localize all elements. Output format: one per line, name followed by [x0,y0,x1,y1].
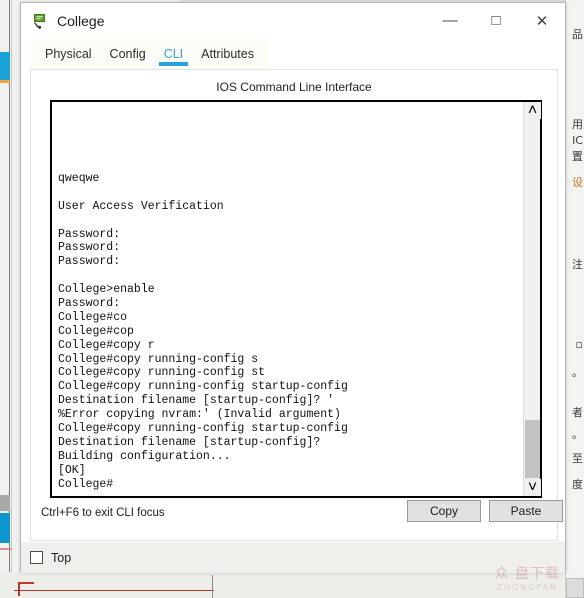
background-text-4: 设 [572,176,583,189]
terminal-line: Password: [58,241,121,255]
background-toolbar-item-highlight [0,52,10,80]
tab-cli[interactable]: CLI [155,39,192,69]
background-red-corner-mark [18,582,34,596]
cli-terminal-output[interactable]: qweqwe User Access Verification Password: P… [52,102,523,496]
terminal-line: College#copy running-config startup-conf… [58,380,348,394]
terminal-line: College>enable [58,283,155,297]
terminal-line: College#co [58,310,128,324]
window-bottom-bar: Top [21,542,565,573]
terminal-container: qweqwe User Access Verification Password: P… [50,100,542,498]
terminal-line: Building configuration... [58,449,231,463]
screen-root: 品 用 IC 置 设 注 ▫ 。 者 。 至 度 College — □ ✕ P… [0,0,584,598]
terminal-line: %Error copying nvram:' (Invalid argument… [58,408,341,422]
terminal-line: Destination filename [startup-config]? [58,435,321,449]
terminal-line: Password: [58,297,121,311]
background-text-11: 度 [572,478,583,491]
background-text-9: 。 [572,428,583,441]
background-text-2: IC [572,134,583,147]
terminal-line: Destination filename [startup-config]? ' [58,394,335,408]
device-dialog-window: College — □ ✕ Physical Config CLI Attrib… [20,2,566,573]
top-checkbox[interactable] [30,551,43,564]
terminal-text: qweqwe User Access Verification Password: P… [58,172,348,491]
background-bottom-band [0,572,584,598]
tab-config[interactable]: Config [101,39,155,69]
background-panel-grey-block [0,495,10,511]
background-red-horizontal-line [14,590,214,591]
scroll-down-arrow-icon[interactable]: ˅ [524,479,541,496]
packet-tracer-device-icon [31,12,49,30]
top-checkbox-label: Top [51,550,72,565]
background-pink-line [0,548,12,550]
terminal-line: College#copy running-config st [58,366,266,380]
tab-bar: Physical Config CLI Attributes [30,39,268,69]
cli-tab-panel: IOS Command Line Interface qweqwe User Ac… [30,69,563,541]
terminal-line: User Access Verification [58,199,224,213]
terminal-line: [OK] [58,463,86,477]
terminal-line: Password: [58,227,121,241]
terminal-line: Password: [58,255,121,269]
cli-focus-hint: Ctrl+F6 to exit CLI focus [41,507,165,519]
background-toolbar-item-underline [0,80,10,83]
copy-button[interactable]: Copy [407,500,481,522]
minimize-button[interactable]: — [427,3,473,38]
panel-title: IOS Command Line Interface [216,80,372,94]
background-text-6: ▫ [575,338,583,351]
background-vertical-divider [212,575,213,598]
window-title: College [57,12,105,29]
background-text-3: 置 [572,150,583,163]
terminal-line: qweqwe [58,172,100,185]
terminal-scrollbar[interactable]: ˄ ˅ [523,102,541,496]
background-panel-cyan-block [0,513,10,543]
tab-attributes[interactable]: Attributes [192,39,263,69]
window-controls: — □ ✕ [427,3,565,38]
tab-physical[interactable]: Physical [36,39,101,69]
terminal-line: College#cop [58,324,134,338]
title-bar: College — □ ✕ [21,3,565,38]
paste-button[interactable]: Paste [489,500,563,522]
terminal-line: College#copy r [58,338,155,352]
background-text-7: 。 [572,366,583,379]
background-text-5: 注 [572,258,583,271]
scrollbar-thumb[interactable] [525,420,540,478]
terminal-line: College# [58,477,114,491]
scroll-up-arrow-icon[interactable]: ˄ [524,102,541,119]
maximize-button[interactable]: □ [473,3,519,38]
background-right-column: 品 用 IC 置 设 注 ▫ 。 者 。 至 度 [565,0,584,598]
background-scrollbar[interactable] [566,578,584,598]
background-text-10: 至 [572,452,583,465]
close-button[interactable]: ✕ [519,3,565,38]
background-left-rule-secondary [11,0,12,598]
terminal-line: College#copy running-config startup-conf… [58,422,348,436]
background-text-8: 者 [572,406,583,419]
background-text-1: 用 [572,118,583,131]
background-text-0: 品 [572,28,583,41]
terminal-line: College#copy running-config s [58,352,259,366]
